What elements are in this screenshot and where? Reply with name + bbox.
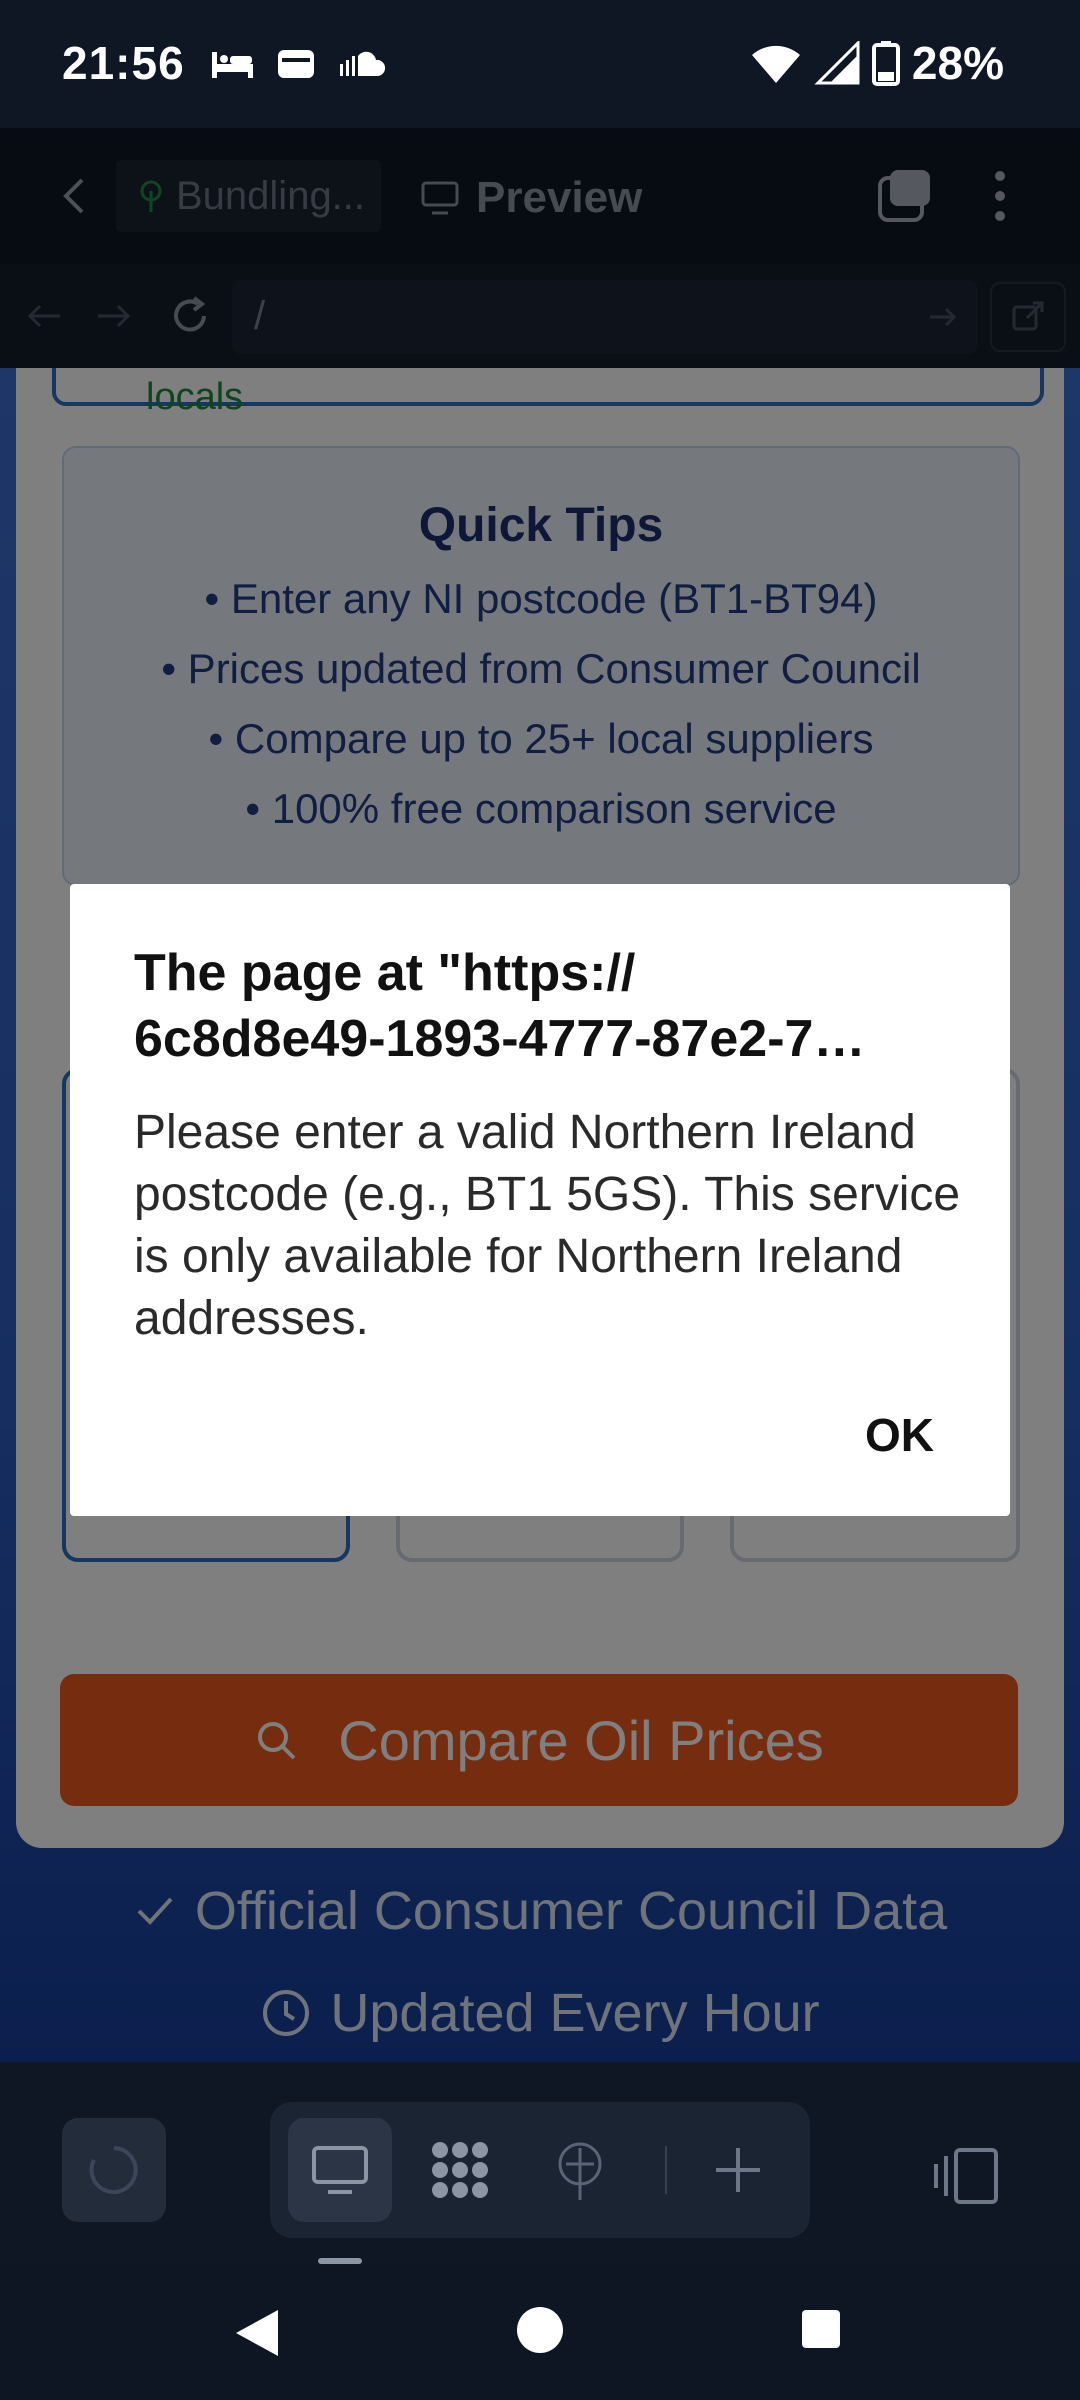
dialog-title: The page at "https:// 6c8d8e49-1893-4777…	[134, 940, 964, 1072]
notification-icons	[210, 46, 386, 82]
dialog-title-line: 6c8d8e49-1893-4777-87e2-7…	[134, 1010, 866, 1068]
toolbar-divider	[665, 2146, 667, 2194]
battery-icon	[871, 41, 900, 86]
grid-dots-icon	[432, 2142, 488, 2198]
deploy-button[interactable]	[528, 2118, 632, 2222]
loading-spinner-icon	[89, 2146, 138, 2194]
monitor-icon	[312, 2146, 368, 2194]
plus-icon	[716, 2148, 760, 2192]
nav-home-icon[interactable]	[516, 2306, 564, 2354]
bed-icon	[212, 52, 253, 78]
view-mode-group	[270, 2102, 810, 2238]
wifi-icon	[751, 45, 800, 83]
nav-recents-icon[interactable]	[800, 2308, 842, 2350]
signal-icon	[814, 41, 860, 85]
status-bar: 21:56 28%	[0, 0, 1080, 128]
components-button[interactable]	[408, 2118, 512, 2222]
alert-dialog: The page at "https:// 6c8d8e49-1893-4777…	[70, 884, 1010, 1516]
status-time: 21:56	[62, 37, 185, 89]
desktop-view-button[interactable]	[288, 2118, 392, 2222]
wallet-icon	[278, 50, 314, 78]
antenna-icon	[558, 2142, 602, 2200]
bottom-toolbar	[0, 2062, 1080, 2262]
system-icons: 28%	[750, 36, 1004, 90]
soundcloud-icon	[340, 51, 386, 76]
dialog-message: Please enter a valid Northern Ireland po…	[134, 1106, 961, 1345]
layout-toggle-icon[interactable]	[930, 2146, 1000, 2206]
add-button[interactable]	[686, 2118, 790, 2222]
nav-back-icon[interactable]	[232, 2306, 282, 2360]
dialog-title-line: The page at "https://	[134, 944, 636, 1002]
battery-percentage: 28%	[911, 37, 1004, 89]
system-nav-bar	[0, 2264, 1080, 2400]
loading-button[interactable]	[62, 2118, 166, 2222]
ok-button[interactable]: OK	[865, 1408, 934, 1462]
